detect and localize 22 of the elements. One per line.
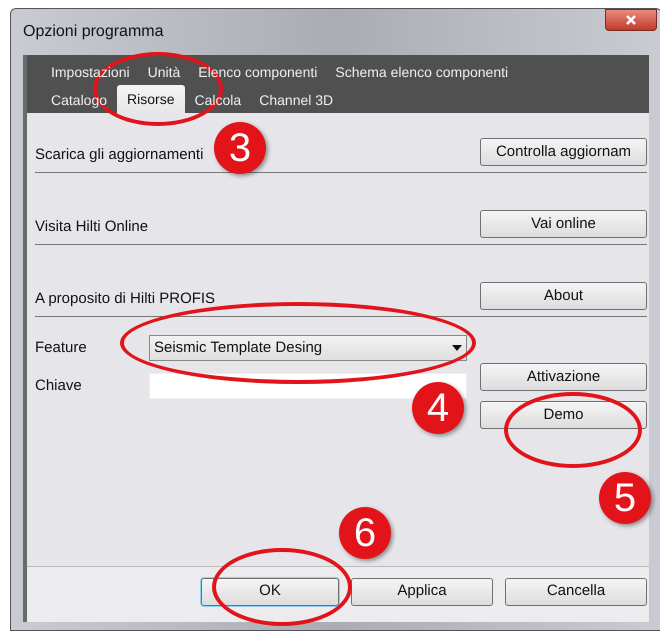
dropdown-arrow-icon [452,345,462,351]
license-button[interactable]: Attivazione [480,363,647,391]
feature-dropdown[interactable]: Seismic Template Desing [149,335,467,361]
section-label: Visita Hilti Online [35,216,148,236]
section-label: A proposito di Hilti PROFIS [35,288,216,308]
tab[interactable]: Unità [140,59,188,85]
tab[interactable]: Schema elenco componenti [327,59,516,85]
section-button[interactable]: Vai online [480,210,647,238]
section-button[interactable]: About [480,282,647,310]
license-button[interactable]: Demo [480,401,647,429]
tab[interactable]: Channel 3D [251,87,342,113]
feature-label: Feature [35,338,88,358]
key-label: Chiave [35,376,83,396]
close-button[interactable] [605,9,657,31]
window-title: Opzioni programma [23,22,164,42]
dialog-button[interactable]: Applica [351,578,493,606]
tab[interactable]: Risorse [117,85,185,113]
dialog-button[interactable]: OK [201,578,339,606]
dialog-button[interactable]: Cancella [505,578,647,606]
close-icon [625,14,637,26]
section-button[interactable]: Controlla aggiornam [480,138,647,166]
section-label: Scarica gli aggiornamenti [35,144,204,164]
